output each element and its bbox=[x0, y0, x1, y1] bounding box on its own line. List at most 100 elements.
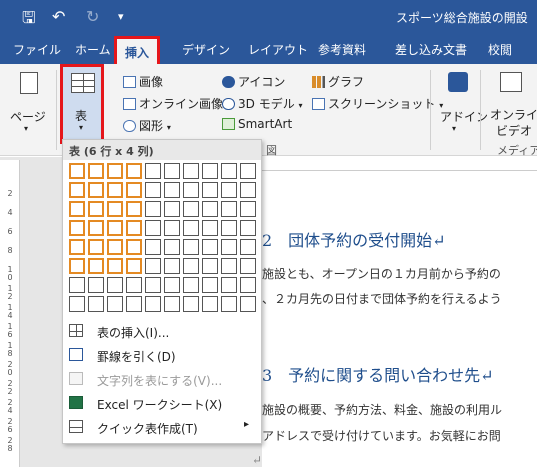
table-grid-cell[interactable] bbox=[107, 239, 123, 255]
table-grid-cell[interactable] bbox=[69, 163, 85, 179]
table-grid-cell[interactable] bbox=[145, 239, 161, 255]
table-grid-cell[interactable] bbox=[69, 277, 85, 293]
table-grid-cell[interactable] bbox=[221, 220, 237, 236]
tab-home[interactable]: ホーム bbox=[75, 41, 111, 58]
table-grid-cell[interactable] bbox=[183, 163, 199, 179]
table-grid-cell[interactable] bbox=[164, 258, 180, 274]
tab-insert[interactable]: 挿入 bbox=[114, 36, 161, 64]
pages-button[interactable]: ページ ▾ bbox=[10, 68, 46, 134]
table-grid-cell[interactable] bbox=[202, 239, 218, 255]
table-button[interactable]: 表 ▾ bbox=[60, 64, 104, 144]
table-grid-cell[interactable] bbox=[183, 220, 199, 236]
table-grid-cell[interactable] bbox=[126, 220, 142, 236]
table-grid-cell[interactable] bbox=[202, 258, 218, 274]
table-grid-cell[interactable] bbox=[221, 163, 237, 179]
table-grid-cell[interactable] bbox=[88, 277, 104, 293]
table-grid-cell[interactable] bbox=[221, 182, 237, 198]
convert-text-to-table-item[interactable]: 文字列を表にする(V)... bbox=[63, 368, 261, 390]
table-grid-cell[interactable] bbox=[202, 277, 218, 293]
screenshot-button[interactable]: スクリーンショット ▾ bbox=[312, 95, 443, 112]
table-grid-cell[interactable] bbox=[202, 163, 218, 179]
table-grid-cell[interactable] bbox=[126, 258, 142, 274]
table-grid-cell[interactable] bbox=[88, 182, 104, 198]
table-grid-cell[interactable] bbox=[107, 296, 123, 312]
table-grid-cell[interactable] bbox=[145, 182, 161, 198]
table-grid-cell[interactable] bbox=[221, 277, 237, 293]
table-grid-cell[interactable] bbox=[145, 163, 161, 179]
table-grid-cell[interactable] bbox=[202, 220, 218, 236]
table-grid-cell[interactable] bbox=[221, 296, 237, 312]
tab-design[interactable]: デザイン bbox=[182, 41, 230, 58]
table-grid-cell[interactable] bbox=[240, 258, 256, 274]
table-grid-cell[interactable] bbox=[126, 296, 142, 312]
table-grid-cell[interactable] bbox=[126, 239, 142, 255]
shapes-button[interactable]: 図形 ▾ bbox=[123, 117, 171, 134]
table-grid-cell[interactable] bbox=[221, 239, 237, 255]
table-grid-cell[interactable] bbox=[107, 258, 123, 274]
table-grid-cell[interactable] bbox=[164, 296, 180, 312]
table-grid-cell[interactable] bbox=[164, 163, 180, 179]
table-grid-cell[interactable] bbox=[240, 220, 256, 236]
undo-icon[interactable]: ↶ bbox=[52, 7, 65, 26]
table-grid-cell[interactable] bbox=[202, 201, 218, 217]
tab-layout[interactable]: レイアウト bbox=[248, 41, 308, 58]
table-grid-cell[interactable] bbox=[221, 258, 237, 274]
smartart-button[interactable]: SmartArt bbox=[222, 117, 292, 131]
table-grid-cell[interactable] bbox=[88, 239, 104, 255]
table-grid-cell[interactable] bbox=[69, 201, 85, 217]
table-grid-cell[interactable] bbox=[183, 296, 199, 312]
table-grid-cell[interactable] bbox=[240, 277, 256, 293]
table-grid-cell[interactable] bbox=[240, 296, 256, 312]
tab-review[interactable]: 校閲 bbox=[488, 41, 512, 58]
table-grid-cell[interactable] bbox=[107, 201, 123, 217]
table-grid-cell[interactable] bbox=[126, 163, 142, 179]
table-grid-cell[interactable] bbox=[202, 296, 218, 312]
table-grid-cell[interactable] bbox=[240, 182, 256, 198]
table-grid-cell[interactable] bbox=[126, 182, 142, 198]
table-grid-cell[interactable] bbox=[69, 239, 85, 255]
table-grid-cell[interactable] bbox=[164, 201, 180, 217]
table-grid-cell[interactable] bbox=[145, 201, 161, 217]
table-grid-cell[interactable] bbox=[88, 296, 104, 312]
table-grid-cell[interactable] bbox=[183, 239, 199, 255]
icons-button[interactable]: アイコン bbox=[222, 73, 285, 90]
document-page[interactable]: 2 団体予約の受付開始↵ 施設とも、オープン日の１カ月前から予約の 、２カ月先の… bbox=[252, 171, 537, 467]
table-grid-cell[interactable] bbox=[183, 182, 199, 198]
draw-table-item[interactable]: 罫線を引く(D) bbox=[63, 344, 261, 366]
table-grid-cell[interactable] bbox=[88, 163, 104, 179]
excel-worksheet-item[interactable]: Excel ワークシート(X) bbox=[63, 392, 261, 414]
table-grid-cell[interactable] bbox=[88, 258, 104, 274]
table-grid-cell[interactable] bbox=[145, 296, 161, 312]
chart-button[interactable]: グラフ bbox=[312, 73, 364, 90]
online-picture-button[interactable]: オンライン画像 bbox=[123, 95, 223, 112]
table-grid-cell[interactable] bbox=[240, 163, 256, 179]
table-grid-cell[interactable] bbox=[145, 277, 161, 293]
quick-tables-item[interactable]: クイック表作成(T) ▸ bbox=[63, 416, 261, 438]
redo-icon[interactable]: ↻ bbox=[86, 7, 99, 26]
table-grid-cell[interactable] bbox=[164, 182, 180, 198]
table-grid-cell[interactable] bbox=[126, 277, 142, 293]
3d-model-button[interactable]: 3D モデル ▾ bbox=[222, 95, 303, 112]
table-grid-cell[interactable] bbox=[183, 258, 199, 274]
table-grid-cell[interactable] bbox=[145, 258, 161, 274]
table-grid-cell[interactable] bbox=[145, 220, 161, 236]
table-grid-cell[interactable] bbox=[107, 277, 123, 293]
table-grid-cell[interactable] bbox=[221, 201, 237, 217]
table-grid-cell[interactable] bbox=[164, 220, 180, 236]
table-grid-cell[interactable] bbox=[164, 239, 180, 255]
table-grid-cell[interactable] bbox=[164, 277, 180, 293]
online-video-button[interactable]: オンライン ビデオ bbox=[490, 70, 537, 138]
table-grid-cell[interactable] bbox=[107, 220, 123, 236]
tab-file[interactable]: ファイル bbox=[13, 41, 61, 58]
table-grid-cell[interactable] bbox=[69, 296, 85, 312]
table-grid-cell[interactable] bbox=[183, 277, 199, 293]
customize-icon[interactable]: ▾ bbox=[118, 10, 124, 23]
insert-table-item[interactable]: 表の挿入(I)... bbox=[63, 320, 261, 342]
table-grid-cell[interactable] bbox=[107, 182, 123, 198]
table-grid-cell[interactable] bbox=[88, 201, 104, 217]
table-grid-cell[interactable] bbox=[240, 201, 256, 217]
table-grid-cell[interactable] bbox=[183, 201, 199, 217]
table-grid-cell[interactable] bbox=[126, 201, 142, 217]
table-grid-cell[interactable] bbox=[88, 220, 104, 236]
tab-references[interactable]: 参考資料 bbox=[318, 41, 366, 58]
